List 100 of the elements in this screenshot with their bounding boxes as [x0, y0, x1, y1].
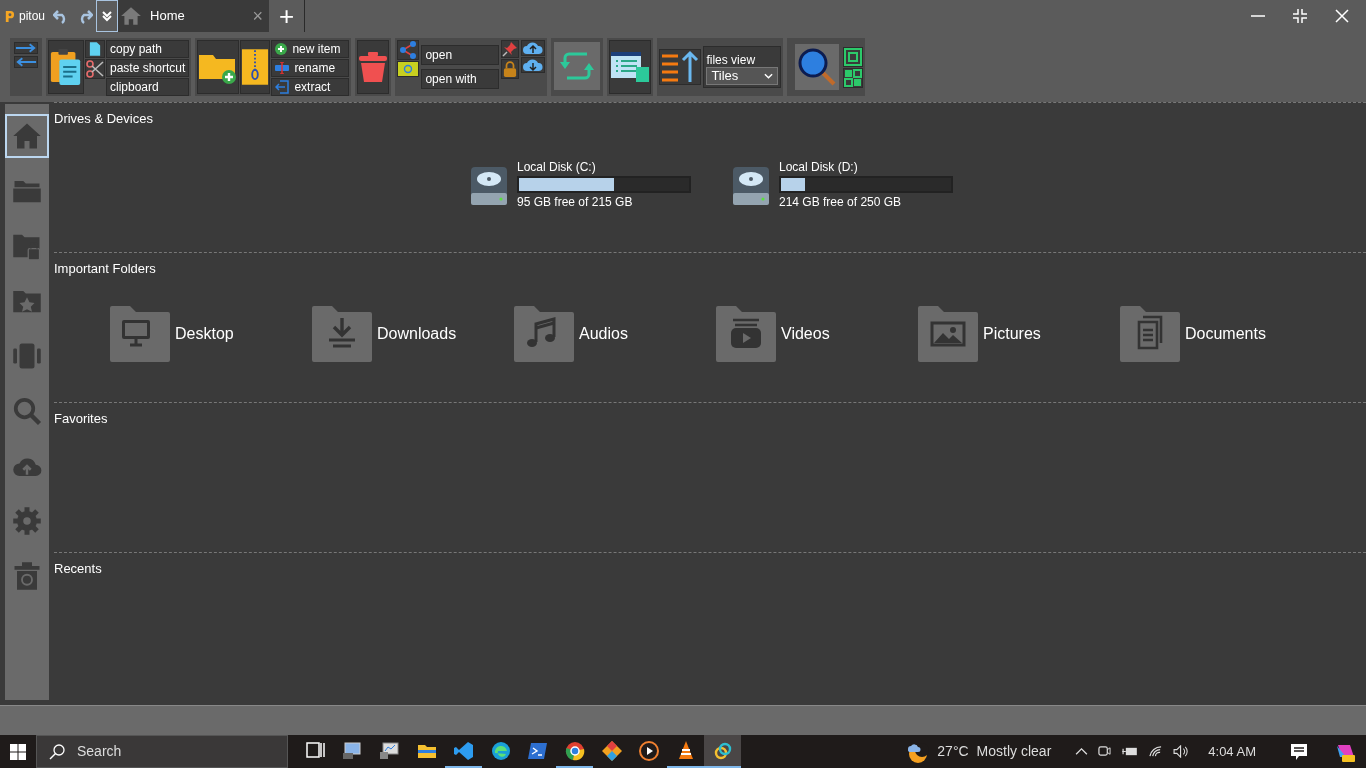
tab-menu-button[interactable] [96, 0, 119, 32]
cloud-upload-icon [522, 41, 545, 55]
drive-tile[interactable]: Local Disk (D:) 214 GB free of 250 GB [729, 160, 953, 209]
player-icon [637, 739, 660, 762]
chevron-up-icon[interactable] [1075, 747, 1089, 756]
search-button[interactable] [795, 44, 840, 90]
refresh-button[interactable] [554, 42, 601, 90]
tab-close[interactable]: × [252, 2, 264, 30]
folder-tile[interactable]: Downloads [312, 306, 457, 362]
notification-icon[interactable] [1290, 742, 1308, 761]
clipboard-action[interactable]: copy path [106, 40, 190, 58]
folder-name: Pictures [983, 324, 1041, 344]
tab[interactable]: Home × [118, 0, 270, 32]
temperature: 27°C [937, 742, 969, 761]
chevron-down-icon [764, 73, 774, 79]
grid-button[interactable] [843, 67, 864, 88]
documents-folder-icon [1120, 306, 1180, 362]
new-tab-button[interactable]: + [278, 3, 295, 29]
select-all-button[interactable] [843, 46, 864, 67]
recycle-bin-icon [12, 561, 42, 591]
chevron-down-icon [101, 10, 114, 22]
pictures-folder-icon [918, 306, 978, 362]
copy-button[interactable] [85, 40, 105, 58]
section-heading: Drives & Devices [54, 111, 153, 126]
upload-button[interactable] [521, 40, 546, 56]
share-button[interactable] [397, 40, 420, 60]
drive-space: 95 GB free of 215 GB [517, 195, 634, 209]
volume-icon[interactable] [1173, 745, 1191, 758]
clipboard-action[interactable]: paste shortcut [106, 59, 190, 77]
share-icon [399, 41, 418, 59]
weather-condition: Mostly clear [976, 742, 1052, 761]
sort-button[interactable] [659, 49, 702, 85]
remote-icon [378, 739, 401, 762]
desktop-folder-icon [110, 306, 170, 362]
drive-tile[interactable]: Local Disk (C:) 95 GB free of 215 GB [467, 160, 691, 209]
folder-name: Videos [781, 324, 830, 344]
folder-name: Documents [1185, 324, 1266, 344]
edge-icon [489, 739, 512, 762]
drive-name: Local Disk (C:) [517, 160, 597, 174]
extract-icon [275, 80, 290, 94]
close-icon[interactable] [1334, 8, 1350, 24]
clipboard-action[interactable]: clipboard [106, 78, 190, 96]
folder-tile[interactable]: Audios [514, 306, 628, 362]
sort-icon [660, 50, 701, 84]
rename-button[interactable]: rename [271, 59, 350, 77]
folder-name: Desktop [175, 324, 234, 344]
folder-tile[interactable]: Desktop [110, 306, 234, 362]
section-heading: Favorites [54, 411, 108, 426]
search-icon [12, 396, 42, 426]
details-button[interactable] [609, 40, 652, 94]
restore-icon[interactable] [1292, 8, 1308, 24]
search-field[interactable]: Search [36, 735, 288, 768]
drive-name: Local Disk (D:) [779, 160, 859, 174]
extract-button[interactable]: extract [271, 78, 350, 96]
pin-button[interactable] [501, 40, 520, 58]
open-button[interactable]: open with [421, 69, 500, 89]
compress-button[interactable] [240, 40, 271, 94]
grid-icon [844, 68, 863, 87]
app-name: pitou [19, 8, 46, 25]
folder-tile[interactable]: Videos [716, 306, 830, 362]
settings-icon [12, 506, 42, 536]
camera-icon[interactable] [1098, 744, 1112, 759]
scissors-icon [86, 60, 104, 78]
new-item-button[interactable]: new item [271, 40, 350, 58]
copy-icon [89, 41, 101, 57]
battery-icon[interactable] [1121, 746, 1139, 757]
frame-icon [844, 47, 863, 66]
new-folder-button[interactable] [197, 40, 240, 94]
folder-tile[interactable]: Pictures [918, 306, 1041, 362]
folder-name: Audios [579, 324, 628, 344]
videos-folder-icon [716, 306, 776, 362]
app-logo-icon [4, 9, 15, 23]
devices-icon [12, 341, 42, 371]
clock[interactable]: 4:04 AM [1208, 741, 1256, 762]
rename-icon [275, 62, 290, 74]
paste-button[interactable] [48, 40, 84, 94]
view-select[interactable]: Tiles [706, 67, 779, 85]
back-button[interactable] [14, 56, 38, 68]
lock-icon [503, 60, 518, 78]
open-button[interactable]: open [421, 45, 500, 65]
lock-button[interactable] [501, 59, 520, 79]
folder-tile[interactable]: Documents [1120, 306, 1266, 362]
wifi-icon[interactable] [1148, 745, 1164, 758]
pin-icon [502, 41, 519, 57]
windows-icon [10, 743, 26, 760]
arrow-right-icon [15, 43, 37, 53]
monitor-icon [341, 739, 364, 762]
audios-folder-icon [514, 306, 574, 362]
chrome-icon [563, 739, 586, 762]
diamond-icon [600, 739, 623, 762]
download-button[interactable] [521, 57, 546, 73]
tab-label: Home [150, 7, 186, 26]
delete-button[interactable] [357, 40, 390, 94]
section-heading: Recents [54, 561, 102, 576]
search-icon [797, 47, 838, 87]
section-heading: Important Folders [54, 261, 156, 276]
folder-name: Downloads [377, 324, 457, 344]
home-icon [12, 121, 42, 151]
forward-button[interactable] [14, 42, 38, 54]
cut-button[interactable] [85, 59, 105, 79]
